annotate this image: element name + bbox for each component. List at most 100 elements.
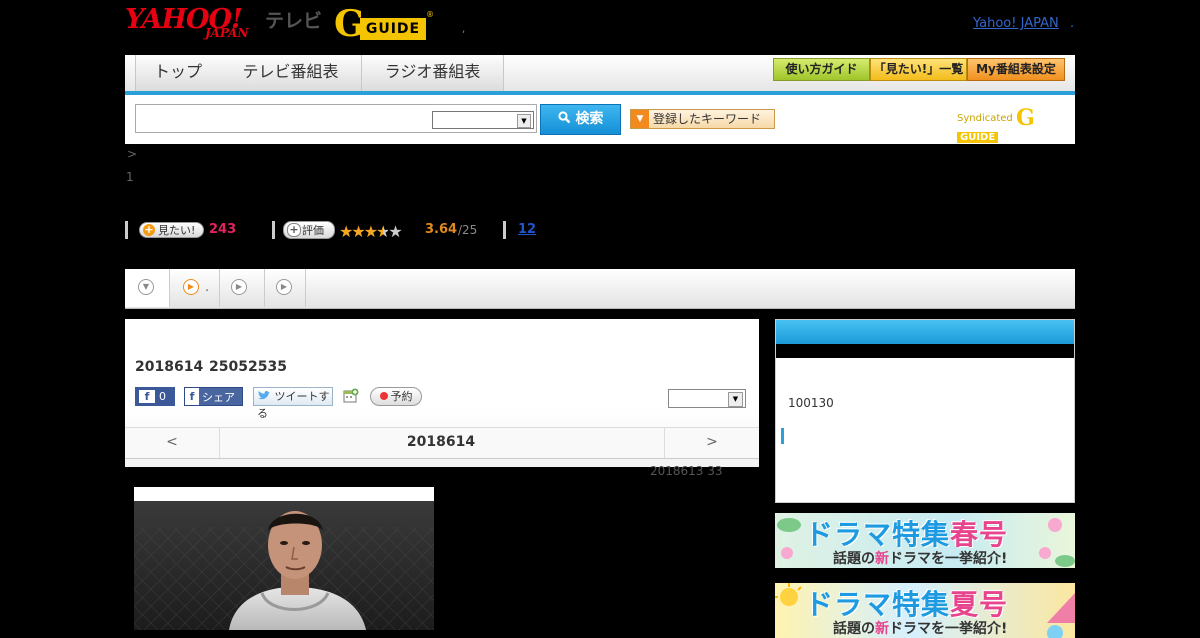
pager-date: 2018614 [406,434,476,450]
sidebar-box-header [776,320,1074,344]
divider-bar [503,221,506,239]
star-partial-icon: ★ [376,222,390,241]
banner1-title: ドラマ特集春号 [805,513,1008,553]
plus-icon: + [287,223,301,237]
facebook-icon: f [185,388,199,405]
facebook-count-value: 0 [159,390,166,403]
subtab-dot: . [205,280,210,295]
broadcast-date: 2018614 [135,359,204,375]
review-count-link[interactable]: 12 [518,222,536,237]
divider-bar [125,221,128,239]
search-button-label: 検索 [575,111,604,127]
star-full-icon: ★ [351,222,365,241]
search-icon [557,111,576,127]
subtab-3[interactable]: ▶ [220,269,265,307]
tv-label[interactable]: テレビ [265,6,322,33]
date-pager: < 2018614 > [125,427,759,459]
banner2-sub-c: ドラマを一挙紹介! [889,621,1008,637]
program-detail-panel: 2018614 25052535 f0 f シェア ツイートする 予約 ▼ < 2… [125,319,759,467]
play-icon: ▶ [231,279,247,295]
program-photo [134,487,434,630]
plus-icon: + [143,223,155,236]
divider-bar [272,221,275,239]
facebook-share-label: シェア [202,391,235,404]
rating-value: 3.64 [425,222,458,237]
want-list-button[interactable]: 「見たい!」一覧 [870,58,967,81]
banner1-title-a: ドラマ特集 [805,518,951,551]
reserve-button[interactable]: 予約 [370,387,422,406]
japan-logo-text: JAPAN [205,26,249,40]
search-category-select[interactable]: ▼ [432,111,534,129]
banner2-title-a: ドラマ特集 [805,588,951,621]
registered-keywords-button[interactable]: ▼ 登録したキーワード [630,109,775,129]
banner1-sub-c: ドラマを一挙紹介! [889,551,1008,567]
subtab-1[interactable]: ▼ [125,269,170,307]
updated-timestamp: 2018613 33 [650,464,723,478]
my-listings-settings-button[interactable]: My番組表設定 [967,58,1065,81]
tab-top[interactable]: トップ [135,55,221,91]
chevron-down-icon: ▼ [138,279,154,295]
gguide-logo[interactable]: G GUIDE ® [334,6,434,42]
want-button-label: 見たい! [158,224,196,237]
play-icon: ▶ [276,279,292,295]
syndicated-label: Syndicated [957,113,1013,124]
banner2-sub-b: 新 [875,621,889,637]
yahoo-japan-logo[interactable]: YAHOO! JAPAN [125,4,265,42]
header-dot: , [462,24,466,35]
tab-tv-listings[interactable]: テレビ番組表 [220,55,362,91]
registered-keywords-label: 登録したキーワード [653,112,762,126]
banner2-title: ドラマ特集夏号 [805,583,1008,623]
reserve-label: 予約 [390,390,413,403]
rate-button-label: 評価 [302,224,324,237]
banner1-subtitle: 話題の新ドラマを一挙紹介! [833,548,1007,568]
next-day-button[interactable]: > [664,428,759,458]
tab-radio-listings[interactable]: ラジオ番組表 [362,55,504,91]
yahoo-japan-dot: . [1070,16,1075,31]
usage-guide-button[interactable]: 使い方ガイド [773,58,870,81]
banner2-title-b: 夏号 [950,588,1009,621]
drama-special-spring-banner[interactable]: ドラマ特集春号 話題の新ドラマを一挙紹介! [775,513,1075,568]
sidebar-box-marker [781,428,784,444]
facebook-icon: f [139,390,155,403]
tweet-button[interactable]: ツイートする [253,387,333,420]
subtab-4[interactable]: ▶ [265,269,306,307]
want-count: 243 [209,222,237,237]
sidebar-box-text: 100130 [788,396,834,410]
facebook-share-button[interactable]: f シェア [184,387,243,406]
rating-stars: ★★★★★ [339,222,403,241]
yahoo-japan-link[interactable]: Yahoo! JAPAN [973,16,1059,31]
star-full-icon: ★ [363,222,378,241]
banner2-sub-a: 話題の [833,621,875,637]
main-nav: トップ テレビ番組表 ラジオ番組表 使い方ガイド 「見たい!」一覧 My番組表設… [125,55,1075,95]
breadcrumb-number: 1 [126,170,134,184]
banner1-sub-a: 話題の [833,551,875,567]
syndicated-g: G [1015,105,1035,131]
sidebar-box-subheader [776,344,1074,358]
dropdown-triangle-icon: ▼ [631,110,649,128]
dropdown-arrow-icon: ▼ [517,114,531,128]
want-button[interactable]: + 見たい! [139,222,204,238]
facebook-like-count[interactable]: f0 [135,387,175,406]
star-full-icon: ★ [339,222,353,241]
subtab-2[interactable]: ▶ . [170,269,220,307]
twitter-bird-icon [257,390,275,403]
play-icon: ▶ [183,279,199,295]
dropdown-arrow-icon: ▼ [728,392,743,407]
syndicated-guide: GUIDE [957,132,999,143]
record-dot-icon [379,392,388,400]
search-button[interactable]: 検索 [540,104,621,135]
banner2-subtitle: 話題の新ドラマを一挙紹介! [833,618,1007,638]
breadcrumb-arrow: > [127,147,138,161]
sidebar-info-box: 100130 [775,319,1075,503]
banner1-title-b: 春号 [950,518,1009,551]
syndicated-gguide-logo: Syndicated G GUIDE [957,105,1075,143]
registered-mark: ® [426,10,434,19]
program-subtabs: ▼ ▶ . ▶ ▶ [125,269,1075,309]
calendar-add-icon[interactable] [343,388,359,404]
program-option-select[interactable]: ▼ [668,389,746,408]
broadcast-time: 25052535 [209,359,287,375]
rate-button[interactable]: + 評価 [283,221,335,239]
search-bar: ▼ 検索 ▼ 登録したキーワード Syndicated G GUIDE [125,95,1075,144]
rating-suffix: /25 [458,223,478,237]
prev-day-button[interactable]: < [125,428,220,458]
